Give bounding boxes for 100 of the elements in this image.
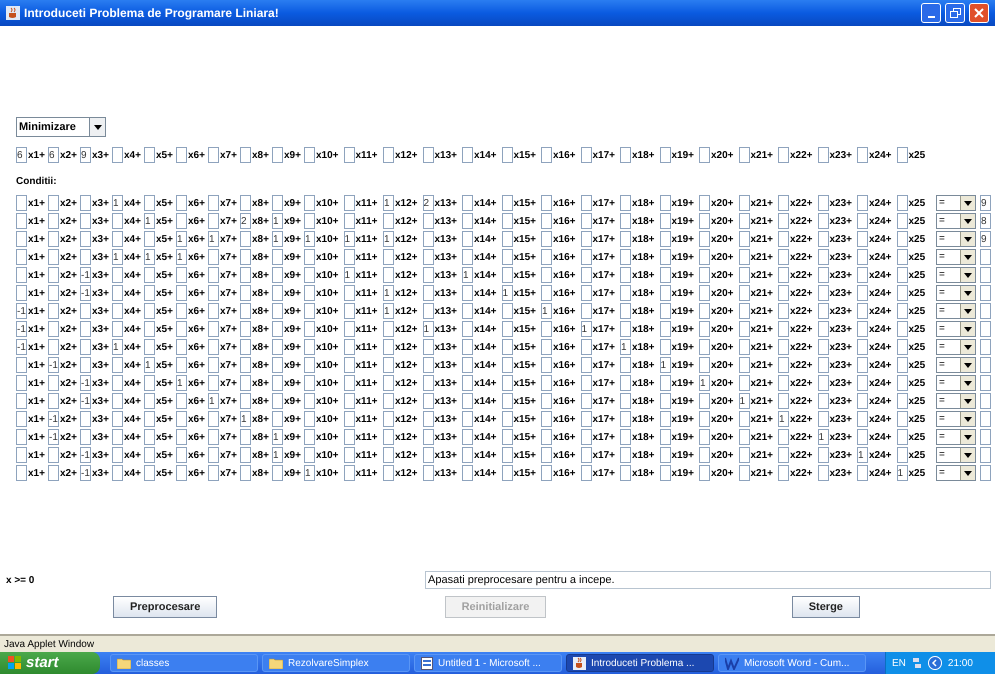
- coefficient-field[interactable]: [144, 321, 155, 337]
- coefficient-field[interactable]: [738, 267, 750, 283]
- coefficient-field[interactable]: [208, 465, 219, 481]
- coefficient-field[interactable]: [699, 231, 710, 247]
- coefficient-field[interactable]: [778, 231, 789, 247]
- coefficient-field[interactable]: [48, 375, 59, 391]
- coefficient-field[interactable]: 1: [462, 267, 473, 283]
- minimize-button[interactable]: [921, 3, 941, 23]
- action-button[interactable]: Sterge: [792, 596, 860, 618]
- rhs-field[interactable]: 9: [980, 231, 991, 247]
- coefficient-field[interactable]: [462, 393, 473, 409]
- coefficient-field[interactable]: [541, 411, 552, 427]
- coefficient-field[interactable]: [304, 321, 315, 337]
- coefficient-field[interactable]: [112, 357, 123, 373]
- rhs-field[interactable]: [980, 447, 991, 463]
- coefficient-field[interactable]: [176, 393, 187, 409]
- coefficient-field[interactable]: 1: [208, 393, 219, 409]
- coefficient-field[interactable]: [112, 147, 123, 163]
- coefficient-field[interactable]: [344, 429, 354, 445]
- coefficient-field[interactable]: [240, 231, 251, 247]
- coefficient-field[interactable]: [502, 303, 512, 319]
- coefficient-field[interactable]: [422, 267, 434, 283]
- coefficient-field[interactable]: [502, 411, 512, 427]
- coefficient-field[interactable]: [144, 147, 155, 163]
- coefficient-field[interactable]: [383, 213, 394, 229]
- coefficient-field[interactable]: [502, 231, 512, 247]
- coefficient-field[interactable]: [16, 429, 27, 445]
- coefficient-field[interactable]: [857, 357, 868, 373]
- coefficient-field[interactable]: 1: [208, 231, 219, 247]
- coefficient-field[interactable]: [144, 231, 155, 247]
- coefficient-field[interactable]: [857, 375, 868, 391]
- coefficient-field[interactable]: -1: [16, 321, 27, 337]
- coefficient-field[interactable]: [699, 465, 710, 481]
- coefficient-field[interactable]: [176, 465, 187, 481]
- coefficient-field[interactable]: [699, 393, 710, 409]
- coefficient-field[interactable]: 1: [660, 357, 670, 373]
- coefficient-field[interactable]: 1: [383, 195, 394, 211]
- coefficient-field[interactable]: [620, 267, 631, 283]
- coefficient-field[interactable]: 1: [383, 231, 394, 247]
- coefficient-field[interactable]: [176, 285, 187, 301]
- relation-dropdown[interactable]: =: [936, 195, 976, 211]
- coefficient-field[interactable]: [857, 465, 868, 481]
- coefficient-field[interactable]: 1: [502, 285, 512, 301]
- taskbar-item[interactable]: classes: [110, 654, 258, 672]
- taskbar-item[interactable]: Untitled 1 - Microsoft ...: [414, 654, 562, 672]
- coefficient-field[interactable]: [699, 429, 710, 445]
- coefficient-field[interactable]: [620, 249, 631, 265]
- coefficient-field[interactable]: [462, 249, 473, 265]
- coefficient-field[interactable]: [208, 267, 219, 283]
- coefficient-field[interactable]: [502, 249, 512, 265]
- coefficient-field[interactable]: [660, 447, 670, 463]
- coefficient-field[interactable]: 1: [144, 357, 155, 373]
- coefficient-field[interactable]: [272, 147, 283, 163]
- coefficient-field[interactable]: [896, 339, 908, 355]
- coefficient-field[interactable]: [422, 375, 434, 391]
- coefficient-field[interactable]: [344, 321, 354, 337]
- coefficient-field[interactable]: [48, 213, 59, 229]
- coefficient-field[interactable]: [660, 147, 670, 163]
- coefficient-field[interactable]: [778, 375, 789, 391]
- coefficient-field[interactable]: [620, 411, 631, 427]
- rhs-field[interactable]: [980, 303, 991, 319]
- rhs-field[interactable]: [980, 465, 991, 481]
- coefficient-field[interactable]: [80, 249, 91, 265]
- coefficient-field[interactable]: 1: [344, 231, 354, 247]
- relation-dropdown[interactable]: =: [936, 411, 976, 427]
- coefficient-field[interactable]: [176, 411, 187, 427]
- coefficient-field[interactable]: [344, 285, 354, 301]
- coefficient-field[interactable]: [699, 411, 710, 427]
- coefficient-field[interactable]: -1: [80, 465, 91, 481]
- coefficient-field[interactable]: [818, 267, 828, 283]
- coefficient-field[interactable]: [383, 393, 394, 409]
- coefficient-field[interactable]: [48, 285, 59, 301]
- coefficient-field[interactable]: [778, 285, 789, 301]
- coefficient-field[interactable]: [144, 195, 155, 211]
- coefficient-field[interactable]: [240, 357, 251, 373]
- coefficient-field[interactable]: [462, 375, 473, 391]
- coefficient-field[interactable]: [112, 375, 123, 391]
- coefficient-field[interactable]: [422, 357, 434, 373]
- coefficient-field[interactable]: [541, 447, 552, 463]
- coefficient-field[interactable]: [422, 231, 434, 247]
- coefficient-field[interactable]: [16, 393, 27, 409]
- taskbar-item[interactable]: Introduceti Problema ...: [566, 654, 714, 672]
- coefficient-field[interactable]: [144, 411, 155, 427]
- coefficient-field[interactable]: [462, 285, 473, 301]
- coefficient-field[interactable]: [857, 195, 868, 211]
- coefficient-field[interactable]: [660, 321, 670, 337]
- coefficient-field[interactable]: 1: [144, 249, 155, 265]
- coefficient-field[interactable]: [112, 411, 123, 427]
- rhs-field[interactable]: [980, 429, 991, 445]
- coefficient-field[interactable]: [462, 195, 473, 211]
- coefficient-field[interactable]: [738, 375, 750, 391]
- coefficient-field[interactable]: 1: [176, 375, 187, 391]
- coefficient-field[interactable]: [738, 321, 750, 337]
- coefficient-field[interactable]: [778, 393, 789, 409]
- coefficient-field[interactable]: [580, 147, 592, 163]
- coefficient-field[interactable]: [16, 249, 27, 265]
- relation-dropdown[interactable]: =: [936, 375, 976, 391]
- coefficient-field[interactable]: [16, 231, 27, 247]
- relation-dropdown[interactable]: =: [936, 267, 976, 283]
- coefficient-field[interactable]: [383, 339, 394, 355]
